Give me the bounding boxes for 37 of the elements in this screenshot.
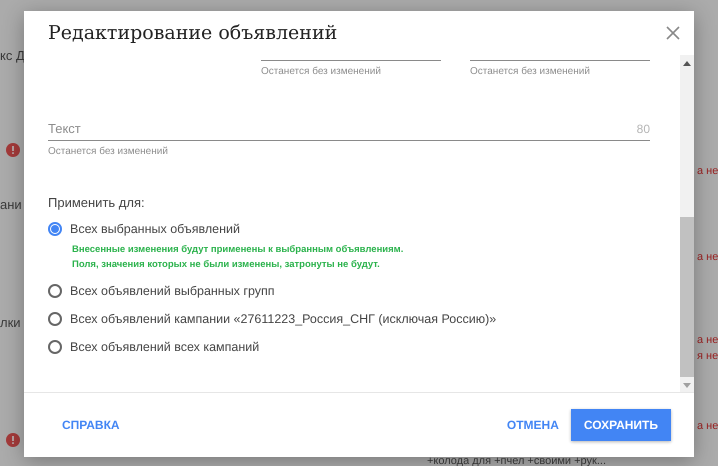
info-note: Внесенные изменения будут применены к выбранным объявлениям. [72, 244, 404, 255]
info-note: Поля, значения которых не были изменены, затронуты не будут. [72, 259, 381, 270]
radio-label: Всех объявлений кампании «27611223_Россия_СНГ (исключая Россию)» [70, 312, 496, 326]
helper-text: Останется без изменений [48, 146, 169, 157]
radio-label: Всех объявлений выбранных групп [70, 284, 275, 298]
scroll-down-icon[interactable] [683, 383, 691, 388]
save-button[interactable]: СОХРАНИТЬ [570, 409, 671, 441]
radio-button[interactable] [48, 312, 62, 326]
background-text: лки [0, 315, 21, 330]
helper-text: Останется без изменений [261, 66, 382, 77]
error-icon [6, 433, 20, 447]
background-text: ани [0, 197, 22, 212]
dialog-title: Редактирование объявлений [48, 22, 338, 44]
radio-button[interactable] [48, 284, 62, 298]
error-icon [6, 143, 20, 157]
cancel-button[interactable]: ОТМЕНА [506, 409, 559, 441]
scrollbar[interactable] [680, 55, 694, 392]
background-error-text: а не [697, 251, 718, 263]
background-text: +колода для +пчел +своими +рук... [427, 455, 606, 466]
scroll-thumb[interactable] [680, 217, 694, 377]
help-link[interactable]: СПРАВКА [62, 409, 120, 441]
background-error-text: а не [697, 165, 718, 177]
background-error-text: а не [697, 420, 718, 432]
apply-label: Применить для: [48, 195, 146, 210]
scroll-up-icon[interactable] [683, 61, 691, 66]
close-button[interactable] [664, 24, 682, 42]
radio-button[interactable] [48, 340, 62, 354]
radio-label: Всех выбранных объявлений [70, 222, 240, 236]
text-input-field[interactable]: Текст 80 [48, 121, 650, 141]
char-counter: 80 [636, 122, 650, 136]
field-placeholder: Текст [48, 121, 81, 136]
background-error-text: я не [697, 350, 718, 362]
helper-text: Останется без изменений [470, 66, 591, 77]
radio-label: Всех объявлений всех кампаний [70, 340, 260, 354]
radio-button[interactable] [48, 222, 62, 236]
background-error-text: а не [697, 334, 718, 346]
close-icon [666, 26, 680, 40]
